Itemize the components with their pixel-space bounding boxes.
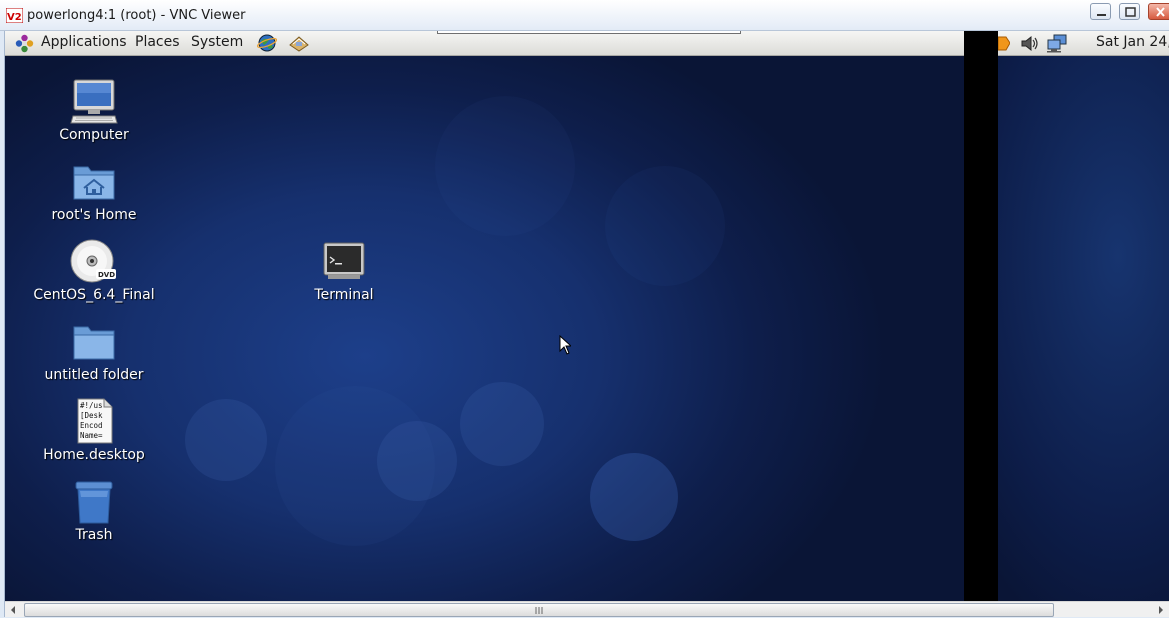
bokeh-circle — [605, 166, 725, 286]
vnc-viewer-icon: V2 — [6, 8, 23, 23]
gnome-top-panel: Applications Places System — [5, 31, 964, 56]
file-preview-line: Encod — [80, 421, 103, 430]
close-button[interactable] — [1148, 3, 1169, 20]
desktop-icon-home-desktop[interactable]: #!/us [Desk Encod Name= Home.desktop — [29, 397, 159, 463]
gnome-top-panel-tray: Sat Jan 24, — [998, 31, 1169, 56]
menu-applications[interactable]: Applications — [41, 34, 127, 50]
desktop-icon-label: Home.desktop — [43, 447, 145, 463]
dvd-badge: DVD — [98, 271, 115, 279]
home-folder-icon — [73, 166, 115, 200]
desktop-icon-untitled-folder[interactable]: untitled folder — [29, 317, 159, 383]
web-browser-icon[interactable] — [256, 33, 278, 53]
desktop-file-icon: #!/us [Desk Encod Name= — [77, 398, 113, 444]
svg-text:V2: V2 — [7, 12, 22, 23]
desktop-background-right[interactable] — [998, 56, 1169, 601]
desktop-icon-terminal[interactable]: Terminal — [279, 237, 409, 303]
file-preview-line: [Desk — [80, 411, 103, 420]
bokeh-circle — [275, 386, 435, 546]
computer-icon — [70, 79, 118, 124]
window-title-bar[interactable]: V2 powerlong4:1 (root) - VNC Viewer — [0, 0, 1169, 31]
vnc-unused-area — [964, 31, 998, 601]
volume-icon[interactable] — [1020, 34, 1040, 53]
desktop-icon-trash[interactable]: Trash — [29, 477, 159, 543]
menu-places[interactable]: Places — [135, 34, 180, 50]
window-title: powerlong4:1 (root) - VNC Viewer — [27, 8, 246, 23]
bokeh-circle — [435, 96, 575, 236]
desktop-icon-label: CentOS_6.4_Final — [33, 287, 155, 303]
dvd-icon: DVD — [70, 239, 116, 283]
desktop-icon-computer[interactable]: Computer — [29, 77, 159, 143]
file-preview-line: Name= — [80, 431, 103, 440]
bokeh-circle — [590, 453, 678, 541]
desktop-background[interactable]: Computer root's Home DVD CentOS_6.4_Fina… — [5, 56, 964, 601]
horizontal-scrollbar[interactable] — [5, 601, 1169, 617]
desktop-icon-label: Trash — [75, 527, 113, 543]
scrollbar-grip-icon — [535, 607, 543, 614]
scroll-left-arrow-icon[interactable] — [5, 602, 22, 618]
desktop-icon-label: Terminal — [314, 287, 374, 303]
close-icon — [1156, 7, 1165, 17]
terminal-icon — [323, 242, 365, 279]
desktop-icon-label: untitled folder — [44, 367, 144, 383]
maximize-button[interactable] — [1119, 3, 1140, 20]
window-list-slot — [437, 31, 741, 34]
desktop-icon-dvd[interactable]: DVD CentOS_6.4_Final — [29, 237, 159, 303]
file-preview-line: #!/us — [80, 401, 103, 410]
minimize-button[interactable] — [1090, 3, 1111, 20]
scrollbar-thumb[interactable] — [24, 603, 1054, 617]
folder-icon — [73, 326, 115, 360]
vnc-remote-screen[interactable]: Applications Places System Computer root… — [5, 31, 1169, 601]
restore-icon — [1125, 7, 1136, 17]
bokeh-circle — [460, 382, 544, 466]
trash-icon — [75, 481, 113, 524]
minimize-icon — [1097, 14, 1106, 16]
mouse-cursor-icon — [559, 335, 571, 355]
desktop-icon-home[interactable]: root's Home — [29, 157, 159, 223]
email-client-icon[interactable] — [288, 33, 310, 53]
update-notifier-icon[interactable] — [998, 34, 1010, 53]
scroll-right-arrow-icon[interactable] — [1152, 602, 1169, 618]
applications-menu-icon — [15, 34, 34, 53]
network-icon[interactable] — [1046, 34, 1068, 53]
desktop-icon-label: Computer — [59, 127, 129, 143]
bokeh-circle — [185, 399, 267, 481]
desktop-icon-label: root's Home — [51, 207, 137, 223]
menu-system[interactable]: System — [191, 34, 243, 50]
panel-clock[interactable]: Sat Jan 24, — [1096, 34, 1169, 50]
